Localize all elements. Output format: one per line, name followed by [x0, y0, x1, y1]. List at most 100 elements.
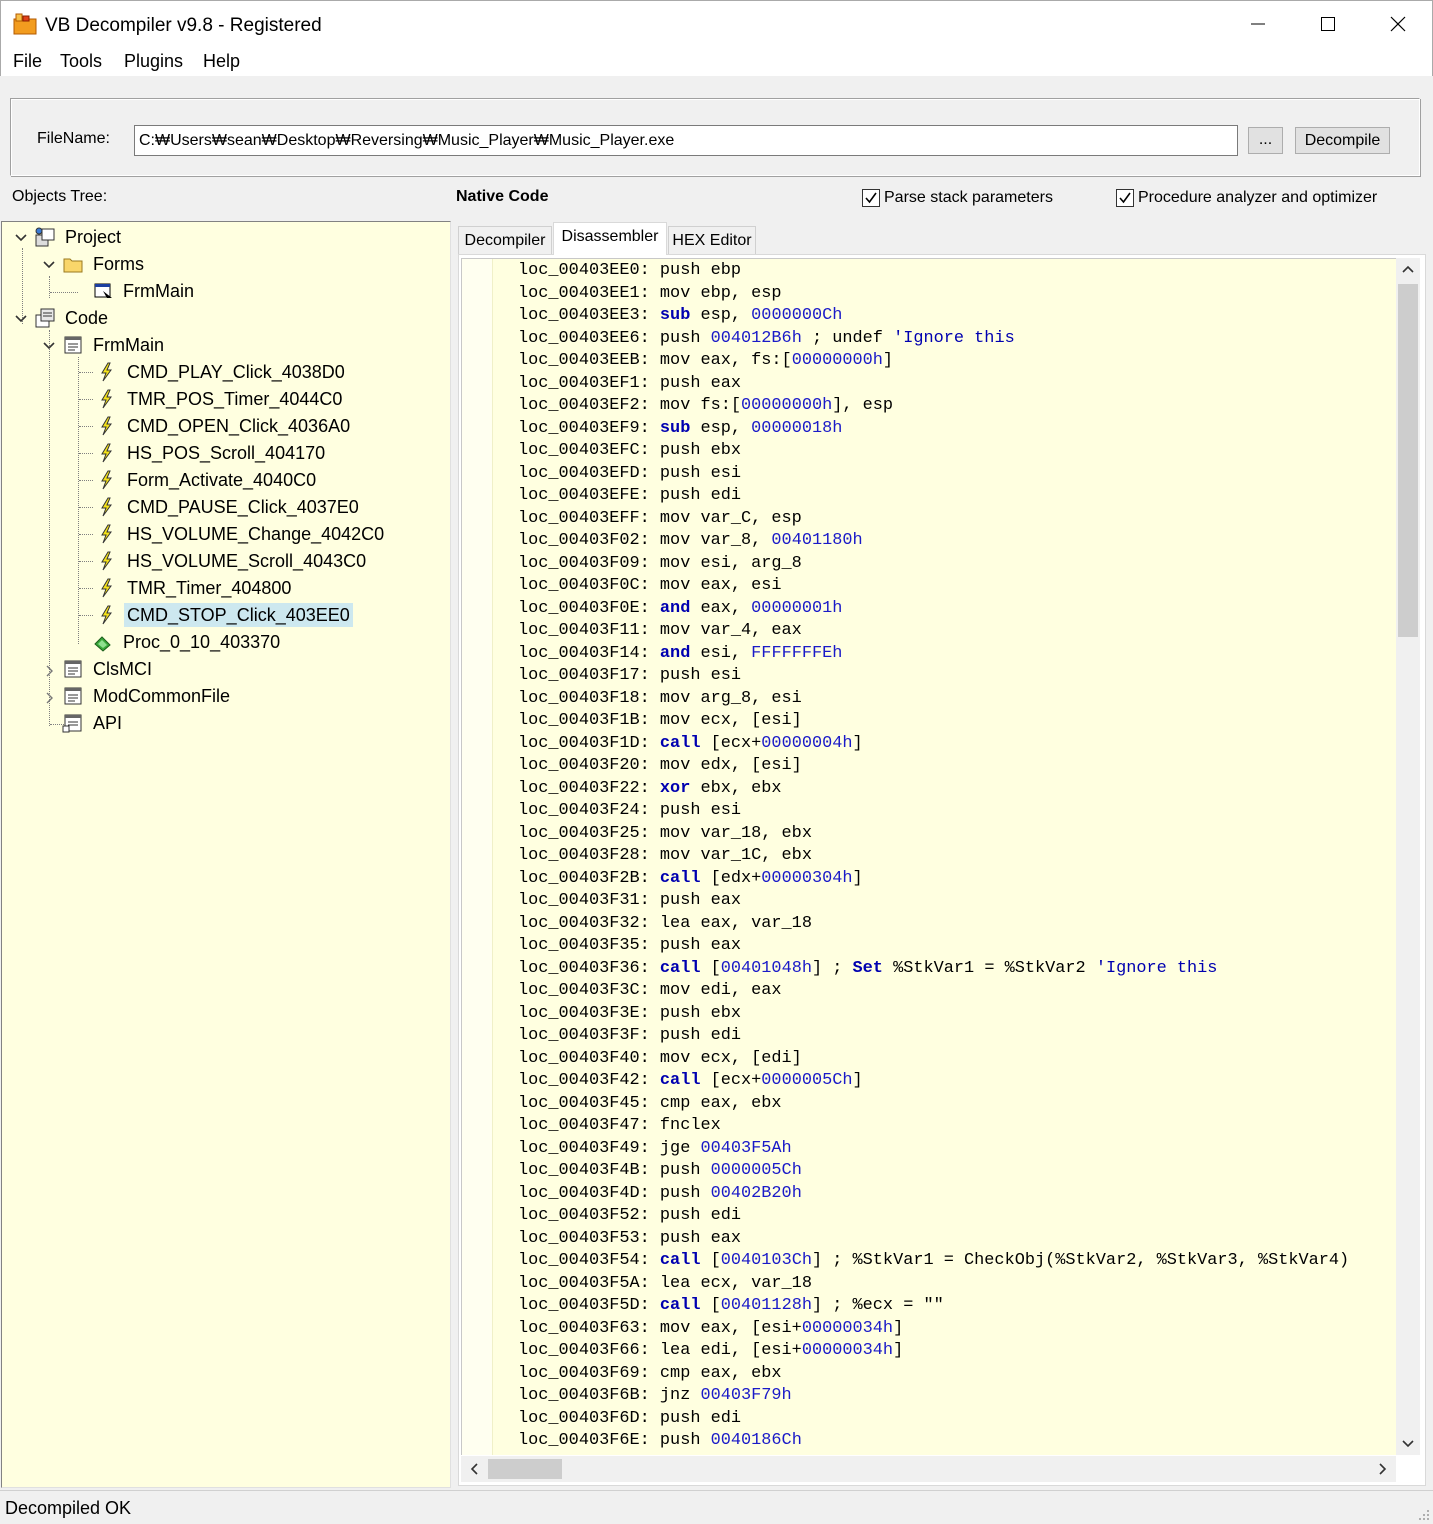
- address-label: loc_00403F22:: [518, 778, 650, 798]
- decompile-button[interactable]: Decompile: [1295, 127, 1390, 154]
- tree-item-procedure[interactable]: HS_POS_Scroll_404170: [96, 440, 328, 466]
- instruction: mov var_1C, ebx: [649, 846, 812, 865]
- instruction: mov ebp, esp: [649, 283, 782, 303]
- instruction: cmp eax, ebx: [649, 1363, 782, 1383]
- menu-tools[interactable]: Tools: [60, 51, 102, 72]
- event-handler-icon: [101, 524, 112, 544]
- instruction: mov var_C, esp: [649, 508, 802, 528]
- tree-item-label: CMD_PAUSE_Click_4037E0: [127, 497, 359, 517]
- instruction: call [edx+00000304h]: [659, 868, 863, 888]
- collapse-icon[interactable]: [14, 231, 28, 245]
- scroll-left-icon[interactable]: [461, 1456, 487, 1482]
- instruction: push ebx: [649, 1003, 742, 1023]
- disassembly-line: loc_00403F02: mov var_8, 00401180h: [518, 530, 1349, 553]
- tree-item-procedure[interactable]: CMD_PLAY_Click_4038D0: [96, 359, 348, 385]
- scroll-down-icon[interactable]: [1396, 1431, 1420, 1455]
- disassembly-line: loc_00403F2B: call [edx+00000304h]: [518, 868, 1349, 891]
- tree-connector: [79, 561, 93, 562]
- event-handler-icon: [101, 389, 112, 409]
- menu-help[interactable]: Help: [203, 51, 240, 72]
- api-icon: [62, 714, 82, 733]
- disassembly-line: loc_00403F63: mov eax, [esi+00000034h]: [518, 1318, 1349, 1341]
- tree-item-procedure[interactable]: Form_Activate_4040C0: [96, 467, 319, 493]
- address-label: loc_00403EFF:: [518, 508, 650, 528]
- collapse-icon[interactable]: [42, 258, 56, 272]
- minimize-button[interactable]: [1223, 1, 1293, 47]
- address-label: loc_00403EF9:: [518, 418, 650, 438]
- tree-item-label: Form_Activate_4040C0: [127, 470, 317, 490]
- procedure-analyzer-checkbox[interactable]: Procedure analyzer and optimizer: [1116, 189, 1377, 207]
- address-label: loc_00403F6B:: [518, 1386, 650, 1405]
- resize-grip-icon[interactable]: [1416, 1507, 1430, 1521]
- tree-item-procedure[interactable]: CMD_OPEN_Click_4036A0: [96, 413, 353, 439]
- vertical-scroll-thumb[interactable]: [1398, 284, 1418, 637]
- tree-item-proc-0[interactable]: Proc_0_10_403370: [92, 629, 283, 655]
- disassembly-line: loc_00403F6B: jnz 00403F79h: [518, 1385, 1349, 1408]
- horizontal-scrollbar[interactable]: [461, 1456, 1396, 1482]
- checkbox-box[interactable]: [862, 189, 880, 207]
- address-label: loc_00403F11:: [518, 621, 650, 640]
- disassembly-line: loc_00403F4D: push 00402B20h: [518, 1183, 1349, 1206]
- close-button[interactable]: [1363, 1, 1433, 47]
- tab-hex-editor[interactable]: HEX Editor: [668, 226, 756, 254]
- checkbox-box[interactable]: [1116, 189, 1134, 207]
- tree-item-code-frmmain[interactable]: FrmMain: [62, 332, 167, 358]
- tab-decompiler[interactable]: Decompiler: [458, 226, 552, 254]
- tree-item-procedure[interactable]: CMD_PAUSE_Click_4037E0: [96, 494, 362, 520]
- scroll-right-icon[interactable]: [1370, 1456, 1396, 1482]
- expand-icon[interactable]: [42, 664, 56, 678]
- tree-connector: [79, 426, 93, 427]
- collapse-icon[interactable]: [14, 312, 28, 326]
- disassembly-line: loc_00403F18: mov arg_8, esi: [518, 688, 1349, 711]
- address-label: loc_00403F52:: [518, 1206, 650, 1225]
- browse-button[interactable]: ...: [1248, 127, 1283, 154]
- filename-input[interactable]: C:₩Users₩sean₩Desktop₩Reversing₩Music_Pl…: [134, 125, 1238, 156]
- form-icon: [94, 283, 112, 298]
- vertical-scrollbar[interactable]: [1396, 258, 1420, 1455]
- tree-item-label: HS_VOLUME_Scroll_4043C0: [127, 551, 367, 571]
- address-label: loc_00403F18:: [518, 688, 650, 708]
- tree-item-clsmci[interactable]: ClsMCI: [62, 656, 155, 682]
- expand-icon[interactable]: [42, 691, 56, 705]
- tree-item-procedure[interactable]: HS_VOLUME_Change_4042C0: [96, 521, 387, 547]
- tree-item-project[interactable]: Project: [34, 224, 124, 250]
- objects-tree[interactable]: Project Forms FrmMain Code FrmMain CMD_P…: [1, 221, 451, 1488]
- tree-item-forms[interactable]: Forms: [62, 251, 147, 277]
- tree-item-procedure[interactable]: HS_VOLUME_Scroll_4043C0: [96, 548, 369, 574]
- instruction: push edi: [649, 1026, 742, 1045]
- tree-item-code[interactable]: Code: [34, 305, 111, 331]
- address-label: loc_00403F40:: [518, 1048, 650, 1068]
- tab-disassembler[interactable]: Disassembler: [553, 222, 667, 255]
- scroll-up-icon[interactable]: [1396, 258, 1420, 282]
- tree-item-api[interactable]: API: [62, 710, 125, 736]
- collapse-icon[interactable]: [42, 339, 56, 353]
- filename-label: FileName:: [37, 130, 110, 147]
- address-label: loc_00403F28:: [518, 846, 650, 865]
- tree-item-procedure[interactable]: TMR_Timer_404800: [96, 575, 294, 601]
- tree-item-label: CMD_OPEN_Click_4036A0: [127, 416, 351, 436]
- disassembly-view[interactable]: loc_00403EE0: push ebp loc_00403EE1: mov …: [461, 258, 1397, 1455]
- disassembly-line: loc_00403F5A: lea ecx, var_18: [518, 1273, 1349, 1296]
- tree-item-modcommonfile[interactable]: ModCommonFile: [62, 683, 233, 709]
- address-label: loc_00403F2B:: [518, 868, 650, 888]
- address-label: loc_00403EFC:: [518, 441, 650, 460]
- maximize-button[interactable]: [1293, 1, 1363, 47]
- disassembly-line: loc_00403F0E: and eax, 00000001h: [518, 598, 1349, 621]
- event-handler-icon: [101, 362, 112, 382]
- maximize-icon: [1321, 17, 1335, 31]
- address-label: loc_00403F25:: [518, 823, 650, 843]
- tree-item-label: ClsMCI: [93, 659, 152, 679]
- tree-item-procedure[interactable]: TMR_POS_Timer_4044C0: [96, 386, 345, 412]
- menu-file[interactable]: File: [13, 51, 42, 72]
- disassembly-line: loc_00403F22: xor ebx, ebx: [518, 778, 1349, 801]
- instruction: mov arg_8, esi: [649, 688, 802, 708]
- instruction: push eax: [649, 373, 742, 393]
- status-bar: Decompiled OK: [0, 1490, 1433, 1524]
- menu-plugins[interactable]: Plugins: [124, 51, 183, 72]
- tree-item-forms-frmmain[interactable]: FrmMain: [92, 278, 197, 304]
- parse-stack-checkbox[interactable]: Parse stack parameters: [862, 189, 1053, 207]
- horizontal-scroll-thumb[interactable]: [488, 1459, 562, 1479]
- native-code-label: Native Code: [456, 188, 549, 205]
- instruction: push ebp: [649, 261, 742, 280]
- tree-item-procedure[interactable]: CMD_STOP_Click_403EE0: [96, 602, 353, 628]
